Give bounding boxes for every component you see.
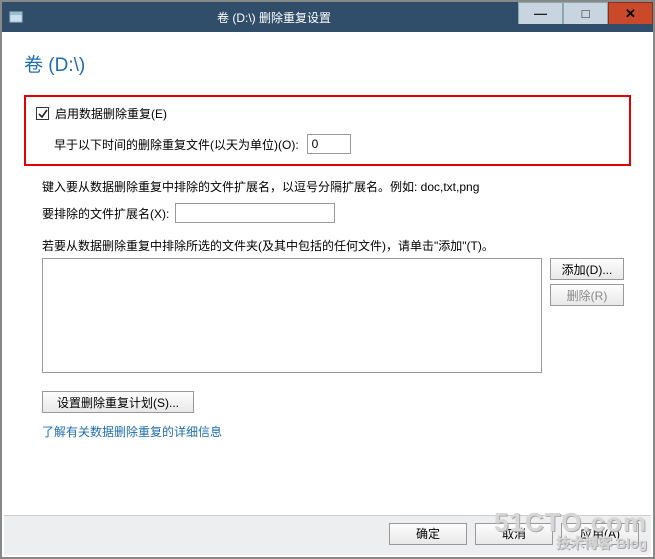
maximize-button[interactable]: □ [563, 2, 608, 24]
ok-button[interactable]: 确定 [389, 523, 467, 545]
learn-more-link[interactable]: 了解有关数据删除重复的详细信息 [42, 423, 631, 440]
cancel-button[interactable]: 取消 [475, 523, 553, 545]
highlight-box: 启用数据删除重复(E) 早于以下时间的删除重复文件(以天为单位)(O): [24, 95, 631, 166]
minimize-button[interactable]: — [518, 2, 563, 24]
window-title: 卷 (D:\) 删除重复设置 [30, 9, 518, 26]
close-button[interactable]: ✕ [608, 2, 653, 24]
apply-button[interactable]: 应用(A) [561, 523, 639, 545]
remove-folder-button: 删除(R) [550, 284, 624, 306]
schedule-button[interactable]: 设置删除重复计划(S)... [42, 391, 194, 413]
days-label: 早于以下时间的删除重复文件(以天为单位)(O): [54, 136, 299, 153]
app-icon [8, 9, 24, 25]
extensions-hint: 键入要从数据删除重复中排除的文件扩展名，以逗号分隔扩展名。例如: doc,txt… [42, 178, 631, 195]
dialog-footer: 确定 取消 应用(A) [4, 515, 651, 555]
titlebar: 卷 (D:\) 删除重复设置 — □ ✕ [2, 2, 653, 32]
extensions-label: 要排除的文件扩展名(X): [42, 205, 169, 222]
excluded-folders-listbox[interactable] [42, 258, 542, 373]
window-controls: — □ ✕ [518, 2, 653, 32]
page-title: 卷 (D:\) [2, 32, 653, 95]
enable-dedup-checkbox[interactable] [36, 107, 49, 120]
add-folder-button[interactable]: 添加(D)... [550, 258, 624, 280]
folders-hint: 若要从数据删除重复中排除所选的文件夹(及其中包括的任何文件)，请单击"添加"(T… [42, 237, 631, 254]
days-input[interactable] [307, 134, 351, 154]
enable-dedup-label: 启用数据删除重复(E) [55, 105, 167, 122]
extensions-input[interactable] [175, 203, 335, 223]
